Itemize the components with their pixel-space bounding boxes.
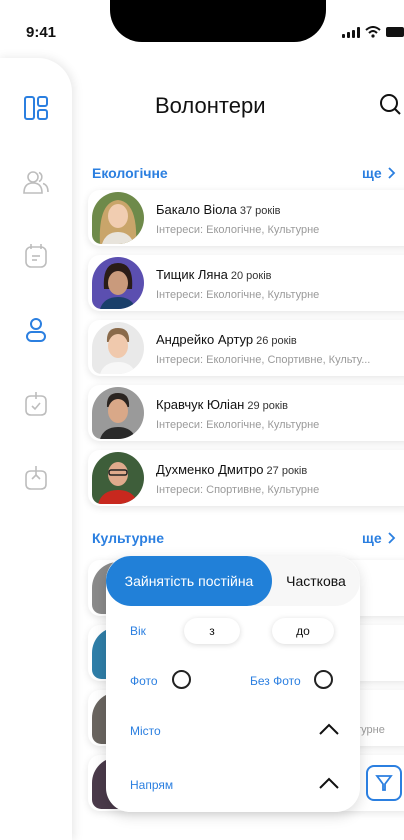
volunteer-interests: Інтереси: Екологічне, Спортивне, Культу.…: [156, 354, 371, 366]
no-photo-label: Без Фото: [250, 674, 301, 688]
age-label: Вік: [130, 624, 146, 638]
volunteer-interests: Інтереси: Екологічне, Культурне: [156, 289, 320, 301]
volunteer-interests: турне: [356, 724, 385, 736]
volunteer-age: 27 років: [266, 465, 308, 477]
volunteer-age: 26 років: [256, 335, 297, 347]
chevron-right-icon: [387, 167, 395, 179]
more-link[interactable]: ще: [362, 165, 396, 181]
volunteer-name: Бакало Віола: [156, 202, 237, 217]
volunteer-name: Духменко Дмитро: [156, 462, 264, 477]
volunteer-age: 20 років: [230, 270, 272, 282]
volunteer-interests: Інтереси: Екологічне, Культурне: [156, 419, 320, 431]
page-title: Волонтери: [155, 93, 266, 118]
volunteer-name: Кравчук Юліан: [156, 397, 245, 412]
volunteer-name: Тищик Ляна: [156, 267, 228, 282]
search-icon[interactable]: [378, 92, 402, 118]
calendar-upload-icon[interactable]: [22, 464, 50, 492]
status-time: 9:41: [26, 24, 57, 41]
age-from-input[interactable]: з: [184, 618, 240, 644]
volunteer-interests: Інтереси: Спортивне, Культурне: [156, 484, 320, 496]
battery-icon: [386, 27, 404, 37]
sidebar: [0, 58, 72, 840]
avatar: [92, 192, 144, 244]
dashboard-icon[interactable]: [22, 94, 50, 122]
filter-panel: Зайнятість постійна Часткова Вік з до Фо…: [106, 556, 360, 812]
calendar-icon[interactable]: [22, 242, 50, 270]
employment-permanent-button[interactable]: Зайнятість постійна: [106, 556, 272, 606]
filter-icon: [375, 775, 393, 791]
section-title: Екологічне: [92, 165, 168, 181]
direction-label: Напрям: [130, 778, 174, 792]
avatar: [92, 387, 144, 439]
city-label: Місто: [130, 724, 161, 738]
photo-label: Фото: [130, 674, 158, 688]
volunteer-card[interactable]: Кравчук Юліан 29 років Інтереси: Екологіч…: [88, 385, 404, 441]
volunteer-age: 29 років: [247, 400, 288, 412]
wifi-icon: [365, 26, 381, 38]
volunteer-card[interactable]: Тищик Ляна 20 років Інтереси: Екологічне,…: [88, 255, 404, 311]
volunteer-card[interactable]: Андрейко Артур 26 років Інтереси: Екологі…: [88, 320, 404, 376]
status-icons: [342, 26, 404, 38]
volunteer-age: 37 років: [239, 205, 281, 217]
avatar: [92, 322, 144, 374]
avatar: [92, 257, 144, 309]
volunteer-name: Андрейко Артур: [156, 332, 254, 347]
filter-button[interactable]: [366, 765, 402, 801]
chevron-right-icon: [387, 532, 395, 544]
signal-icon: [342, 26, 360, 38]
more-label: ще: [362, 165, 382, 181]
volunteer-interests: Інтереси: Екологічне, Культурне: [156, 224, 320, 236]
device-notch: [110, 0, 326, 42]
avatar: [92, 452, 144, 504]
chevron-up-icon[interactable]: [318, 776, 340, 790]
more-label: ще: [362, 530, 382, 546]
volunteer-card[interactable]: Бакало Віола 37 років Інтереси: Екологічн…: [88, 190, 404, 246]
calendar-check-icon[interactable]: [22, 390, 50, 418]
more-link[interactable]: ще: [362, 530, 396, 546]
employment-partial-button[interactable]: Часткова: [272, 556, 360, 606]
photo-radio[interactable]: [172, 670, 191, 689]
section-title: Культурне: [92, 530, 165, 546]
chevron-up-icon[interactable]: [318, 722, 340, 736]
person-icon[interactable]: [22, 316, 50, 344]
no-photo-radio[interactable]: [314, 670, 333, 689]
users-icon[interactable]: [22, 168, 50, 196]
volunteer-card[interactable]: Духменко Дмитро 27 років Інтереси: Спорти…: [88, 450, 404, 506]
age-to-input[interactable]: до: [272, 618, 334, 644]
